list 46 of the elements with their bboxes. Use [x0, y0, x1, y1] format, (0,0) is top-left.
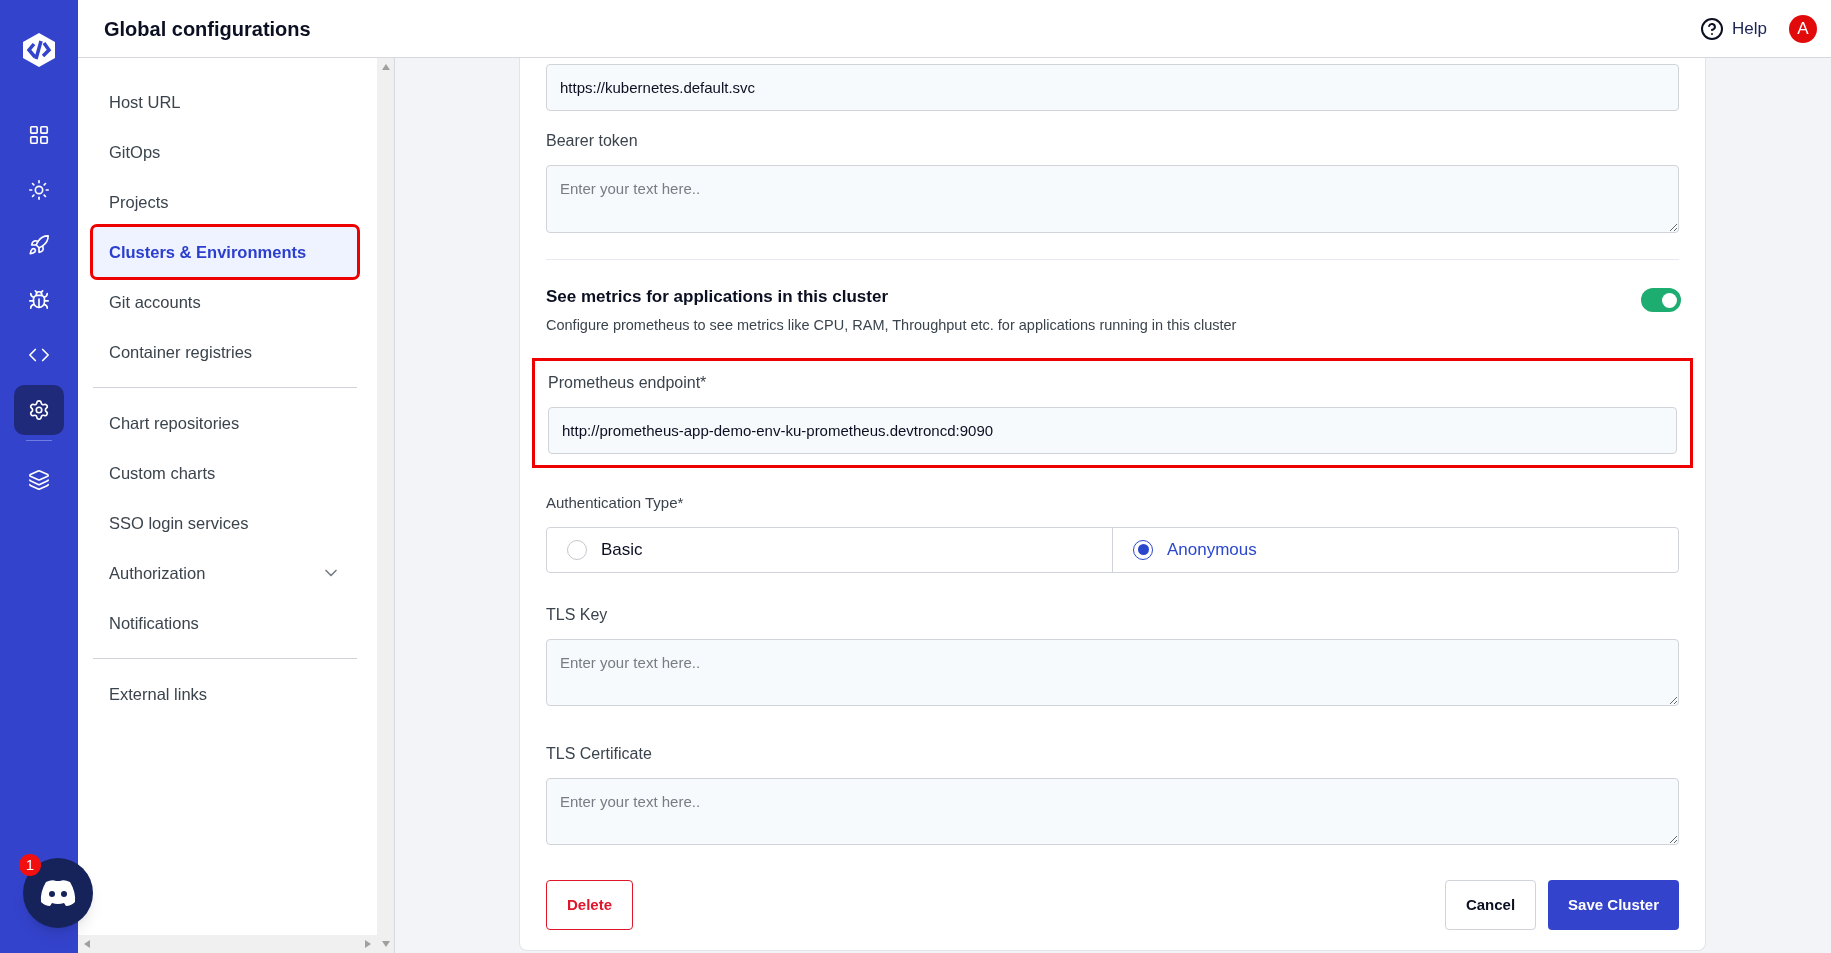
- sidebar-item[interactable]: External links: [93, 669, 357, 719]
- field-label: TLS Certificate: [546, 744, 653, 764]
- page-title: Global configurations: [104, 16, 311, 42]
- section-description: Configure prometheus to see metrics like CPU, RAM, Throughput etc. for applications running in this cluster: [546, 315, 1238, 335]
- sidebar-item[interactable]: Container registries: [93, 327, 357, 377]
- sidebar-item[interactable]: GitOps: [93, 127, 357, 177]
- text-area[interactable]: Enter your text here..: [546, 165, 1679, 233]
- sidebar-item[interactable]: Authorization: [93, 548, 357, 598]
- scroll-up-icon: [381, 64, 390, 70]
- field-label: TLS Key: [546, 605, 609, 625]
- sidebar-item[interactable]: SSO login services: [93, 498, 357, 548]
- nav-rail-button[interactable]: [14, 385, 64, 435]
- sidebar-item[interactable]: Host URL: [93, 77, 357, 127]
- sidebar-item[interactable]: Custom charts: [93, 448, 357, 498]
- settings-icon: [28, 399, 50, 421]
- field-label: Authentication Type*: [546, 493, 685, 514]
- input-field[interactable]: http://prometheus-app-demo-env-ku-prometheus.devtroncd:9090: [548, 407, 1677, 455]
- sidebar-item[interactable]: Projects: [93, 177, 357, 227]
- save-cluster-button[interactable]: Save Cluster: [1548, 880, 1679, 930]
- metrics-toggle[interactable]: [1641, 288, 1681, 312]
- field-label: Prometheus endpoint*: [548, 373, 708, 394]
- sun-gear-icon: [28, 179, 50, 201]
- scroll-down-icon: [381, 941, 390, 947]
- game-controller-icon: [38, 878, 78, 908]
- sidebar-item[interactable]: Git accounts: [93, 277, 357, 327]
- field-label: Bearer token: [546, 131, 639, 151]
- help-icon: [1700, 16, 1725, 41]
- rocket-icon: [28, 234, 50, 256]
- sidebar-item[interactable]: Chart repositories: [93, 398, 357, 448]
- grid-icon: [28, 124, 50, 146]
- text-area[interactable]: Enter your text here..: [546, 639, 1679, 706]
- scroll-left-icon: [84, 940, 90, 948]
- user-avatar[interactable]: A: [1789, 14, 1817, 43]
- scroll-right-icon: [365, 940, 371, 948]
- cancel-button[interactable]: Cancel: [1444, 880, 1537, 930]
- radio-option[interactable]: Basic: [547, 527, 1112, 572]
- sidebar-item[interactable]: Notifications: [93, 598, 357, 648]
- layers-icon: [28, 469, 50, 491]
- sidebar-item[interactable]: Clusters & Environments: [93, 227, 357, 277]
- bug-icon: [28, 289, 50, 311]
- section-title: See metrics for applications in this cluster: [546, 286, 889, 308]
- input-field[interactable]: https://kubernetes.default.svc: [546, 64, 1679, 111]
- delete-button[interactable]: Delete: [546, 880, 634, 930]
- text-area[interactable]: Enter your text here..: [546, 778, 1679, 845]
- help-link[interactable]: Help: [1700, 15, 1767, 42]
- radio-option[interactable]: Anonymous: [1112, 527, 1678, 572]
